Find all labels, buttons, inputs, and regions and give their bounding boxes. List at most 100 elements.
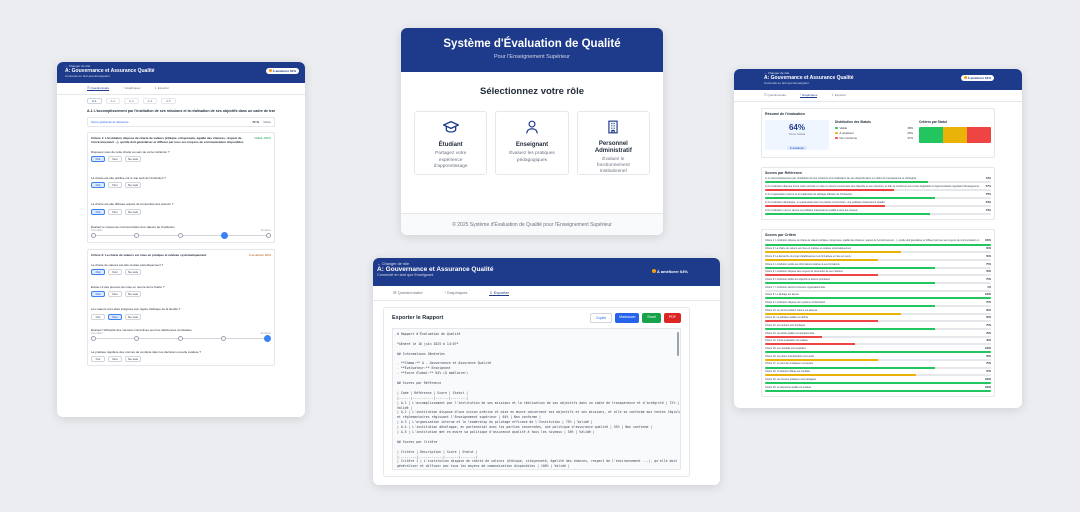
score-row-label: A.3 L'organisation interne et le leaders…: [765, 192, 853, 196]
score-bar-track: [765, 212, 991, 215]
yes-button[interactable]: Oui: [91, 182, 105, 189]
no-button[interactable]: Non: [108, 182, 122, 189]
role-card-student[interactable]: Étudiant Partagez votre expérience d'app…: [414, 111, 488, 175]
question-2: La charte est-elle publiée sur le site w…: [91, 176, 166, 189]
reference-tabs: A.1 A.2 A.3 A.4 A.5: [57, 95, 305, 107]
yes-button[interactable]: Oui: [91, 208, 105, 215]
score-row-label: Critère 14: L'auto-évaluation est réalis…: [765, 339, 808, 343]
rating-scale[interactable]: [91, 231, 271, 239]
rating-option-selected[interactable]: [220, 231, 228, 239]
rating-option[interactable]: [134, 232, 140, 238]
tab-questionnaire[interactable]: ☰ Questionnaire: [393, 290, 423, 296]
score-bar-track: [765, 320, 991, 323]
no-button[interactable]: Non: [108, 313, 122, 320]
score-row-label: A.5 L'institution met en œuvre sa politi…: [765, 208, 858, 212]
score-row: Critère 1: L'institution dispose de char…: [765, 239, 991, 246]
role-card-admin[interactable]: Personnel Administratif Évaluez le fonct…: [576, 111, 650, 175]
scrollbar[interactable]: [677, 332, 679, 356]
tab-graphiques[interactable]: ⫶ Graphiques: [800, 93, 818, 98]
subtab-a4[interactable]: A.4: [142, 98, 158, 104]
rating-option[interactable]: [91, 232, 96, 238]
role-card-teacher[interactable]: Enseignant Évaluez les pratiques pédagog…: [495, 111, 569, 175]
score-bar-fill: [765, 351, 991, 354]
score-row-value: 100%: [984, 347, 991, 351]
score-bar-fill: [765, 197, 935, 200]
score-row: Critère 5: L'institution dispose des moy…: [765, 270, 991, 277]
back-link[interactable]: ← Changer de rôle: [377, 262, 716, 266]
score-row-label: Critère 2: La charte de valeurs est mise…: [765, 247, 852, 251]
yes-button[interactable]: Oui: [91, 269, 105, 276]
question-4: Évaluez le niveau de communication des v…: [91, 225, 271, 239]
dont-know-button[interactable]: Ne sais: [125, 182, 141, 189]
yes-button[interactable]: Oui: [91, 355, 105, 362]
score-bar-track: [765, 204, 991, 207]
yes-button[interactable]: Oui: [91, 313, 105, 320]
rating-option[interactable]: [177, 335, 183, 341]
back-link[interactable]: ← Changer de rôle: [65, 64, 297, 68]
yes-button[interactable]: Oui: [91, 156, 105, 163]
score-bar-track: [765, 374, 991, 377]
score-row-label: Critère 1: L'institution dispose de char…: [765, 239, 981, 243]
score-bar-track: [765, 289, 991, 292]
markdown-button[interactable]: Markdown: [615, 313, 640, 323]
rating-option[interactable]: [177, 232, 183, 238]
score-box: 64% Score Global À améliorer: [765, 120, 829, 150]
tab-graphiques[interactable]: ⫶ Graphiques: [123, 86, 140, 91]
no-button[interactable]: Non: [108, 156, 122, 163]
reference-scores-panel: Scores par Référence A.1 L'accomplisseme…: [761, 167, 995, 221]
rating-option-selected[interactable]: [264, 334, 271, 342]
tab-graphiques[interactable]: ⫶ Graphiques: [445, 290, 468, 296]
report-line: | Critère 1 | L'institution dispose de c…: [397, 459, 680, 469]
no-button[interactable]: Non: [108, 291, 122, 298]
dont-know-button[interactable]: Ne sais: [125, 313, 141, 320]
pdf-button[interactable]: PDF: [664, 313, 681, 323]
dont-know-button[interactable]: Ne sais: [125, 156, 141, 163]
dont-know-button[interactable]: Ne sais: [125, 269, 141, 276]
subtab-a3[interactable]: A.3: [124, 98, 139, 104]
copy-button[interactable]: Copier: [589, 313, 613, 323]
score-bar-fill: [765, 389, 991, 392]
score-row-label: Critère 12: Les acteurs sont impliqués: [765, 324, 806, 328]
tab-exporter[interactable]: ⇩ Exporter: [154, 86, 169, 91]
score-bar-fill: [765, 305, 935, 308]
score-row-value: 50%: [986, 270, 991, 274]
rating-scale[interactable]: [91, 334, 271, 342]
tab-questionnaire[interactable]: ☰ Questionnaire: [87, 86, 110, 91]
score-row-label: Critère 15: Les résultats sont exploités: [765, 347, 806, 351]
rating-option[interactable]: [220, 335, 226, 341]
no-button[interactable]: Non: [108, 355, 122, 362]
score-bar-track: [765, 351, 991, 354]
criterion-1-title: Critère 1: L'institution dispose de char…: [91, 135, 244, 144]
rating-option[interactable]: [91, 335, 96, 341]
no-button[interactable]: Non: [108, 208, 122, 215]
tab-questionnaire[interactable]: ☰ Questionnaire: [764, 93, 786, 98]
report-preview[interactable]: # Rapport d'Évaluation de Qualité *Généré…: [392, 328, 681, 470]
status-dot-icon: [268, 69, 272, 72]
reference-scores-chart: A.1 L'accomplissement par l'institution …: [765, 177, 991, 215]
score-bar-track: [765, 312, 991, 315]
score-tag: Validé: [262, 119, 271, 124]
dont-know-button[interactable]: Ne sais: [125, 355, 141, 362]
subtab-a2[interactable]: A.2: [105, 98, 121, 104]
role-description: Évaluez le fonctionnement institutionnel: [596, 157, 630, 174]
dont-know-button[interactable]: Ne sais: [125, 291, 141, 298]
dont-know-button[interactable]: Ne sais: [125, 208, 141, 215]
questionnaire-body: A.1 L'accomplissement par l'institution …: [57, 107, 305, 368]
yes-button[interactable]: Oui: [91, 291, 105, 298]
excel-button[interactable]: Excel: [642, 313, 661, 323]
back-link[interactable]: ← Changer de rôle: [764, 71, 992, 75]
criteria-scores-panel: Scores par Critère Critère 1: L'institut…: [761, 229, 995, 398]
subtab-a5[interactable]: A.5: [161, 98, 176, 104]
question-5: La pratique régulière des normes de cond…: [91, 349, 202, 362]
score-row-label: Critère 18: L'institution diffuse les ré…: [765, 370, 810, 374]
tab-exporter[interactable]: ⇩ Exporter: [831, 93, 846, 98]
legend-dot-icon: [835, 126, 838, 129]
score-bar-fill: [765, 274, 878, 277]
rating-option[interactable]: [134, 335, 140, 341]
tab-exporter[interactable]: ⇩ Exporter: [489, 290, 510, 296]
app-header: ← Changer de rôle A: Gouvernance et Assu…: [57, 62, 305, 83]
role-selection-window: Système d'Évaluation de Qualité Pour l'E…: [401, 28, 663, 235]
rating-option[interactable]: [266, 232, 271, 238]
no-button[interactable]: Non: [108, 269, 122, 276]
subtab-a1[interactable]: A.1: [87, 98, 102, 104]
